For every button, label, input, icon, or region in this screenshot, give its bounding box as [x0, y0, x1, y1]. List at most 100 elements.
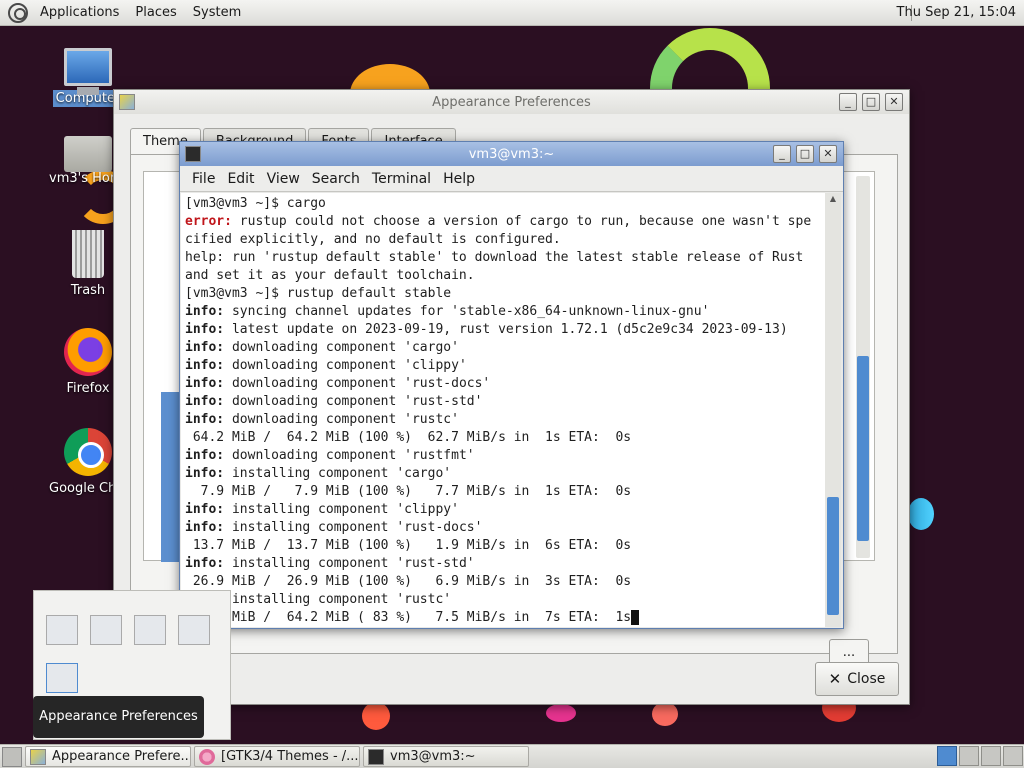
trash-icon — [72, 230, 104, 278]
minimize-button[interactable]: _ — [773, 145, 791, 163]
close-label: Close — [847, 671, 886, 687]
menu-view[interactable]: View — [261, 171, 306, 187]
menubar: File Edit View Search Terminal Help — [180, 166, 843, 192]
line-text: 64.2 MiB / 64.2 MiB (100 %) 62.7 MiB/s i… — [185, 430, 632, 445]
line-text: downloading component 'rustfmt' — [224, 448, 475, 463]
scrollbar[interactable] — [856, 176, 870, 558]
terminal-line: and set it as your default toolchain. — [185, 267, 825, 285]
line-text: installing component 'rust-std' — [224, 556, 475, 571]
line-text: 13.7 MiB / 13.7 MiB (100 %) 1.9 MiB/s in… — [185, 538, 632, 553]
chrome-icon — [64, 428, 112, 476]
titlebar[interactable]: vm3@vm3:~ _ □ ✕ — [180, 142, 843, 166]
info-tag: info: — [185, 466, 225, 481]
line-text: rustup could not choose a version of car… — [231, 214, 812, 229]
line-text: installing component 'clippy' — [224, 502, 459, 517]
terminal-line: info: installing component 'rustc' — [185, 591, 825, 609]
terminal-icon — [368, 748, 384, 765]
close-window-button[interactable]: ✕ — [885, 93, 903, 111]
terminal-line: cified explicitly, and no default is con… — [185, 231, 825, 249]
info-tag: info: — [185, 502, 225, 517]
info-tag: info: — [185, 376, 225, 391]
terminal-line: 64.2 MiB / 64.2 MiB (100 %) 62.7 MiB/s i… — [185, 429, 825, 447]
close-window-button[interactable]: ✕ — [819, 145, 837, 163]
menu-places[interactable]: Places — [127, 0, 184, 26]
info-tag: info: — [185, 358, 225, 373]
workspace-3[interactable] — [981, 746, 1001, 766]
tooltip: Appearance Preferences — [33, 696, 204, 738]
taskbar-label: Appearance Prefere... — [52, 749, 191, 764]
line-text: installing component 'rust-docs' — [224, 520, 483, 535]
terminal-line: info: latest update on 2023-09-19, rust … — [185, 321, 825, 339]
menu-edit[interactable]: Edit — [221, 171, 260, 187]
clock[interactable]: Thu Sep 21, 15:04 — [897, 0, 1016, 26]
scroll-up-icon[interactable]: ▲ — [825, 193, 841, 205]
desktop-icon-label: Trash — [70, 283, 106, 298]
taskbar-item-firefox[interactable]: [GTK3/4 Themes - /... — [194, 746, 360, 767]
text-cursor — [631, 610, 640, 625]
info-tag: info: — [185, 394, 225, 409]
menu-file[interactable]: File — [186, 171, 221, 187]
terminal-line: 7.9 MiB / 7.9 MiB (100 %) 7.7 MiB/s in 1… — [185, 483, 825, 501]
menu-applications[interactable]: Applications — [32, 0, 127, 26]
workspace-2[interactable] — [959, 746, 979, 766]
scrollbar[interactable]: ▲ — [825, 193, 841, 627]
firefox-icon — [64, 328, 112, 376]
line-text: downloading component 'cargo' — [224, 340, 459, 355]
info-tag: info: — [185, 448, 225, 463]
info-tag: info: — [185, 340, 225, 355]
terminal-line: info: downloading component 'clippy' — [185, 357, 825, 375]
preview-tile — [134, 615, 166, 645]
line-text: 7.9 MiB / 7.9 MiB (100 %) 7.7 MiB/s in 1… — [185, 484, 632, 499]
workspace-1[interactable] — [937, 746, 957, 766]
wallpaper-shape — [362, 702, 390, 730]
top-panel: Applications Places System Thu Sep 21, 1… — [0, 0, 1024, 26]
terminal-icon — [185, 146, 201, 162]
menu-help[interactable]: Help — [437, 171, 481, 187]
computer-icon — [64, 48, 112, 95]
line-text: [vm3@vm3 ~]$ rustup default stable — [185, 286, 452, 301]
terminal-line: info: installing component 'clippy' — [185, 501, 825, 519]
applications-logo-icon[interactable] — [8, 2, 28, 23]
wallpaper-shape — [546, 704, 576, 722]
terminal-output[interactable]: [vm3@vm3 ~]$ cargo error: rustup could no… — [181, 193, 825, 627]
appearance-icon — [30, 748, 46, 765]
line-text: downloading component 'rust-std' — [224, 394, 483, 409]
scrollbar-thumb[interactable] — [857, 356, 869, 541]
minimize-button[interactable]: _ — [839, 93, 857, 111]
taskbar-item-appearance[interactable]: Appearance Prefere... — [25, 746, 191, 767]
info-tag: info: — [185, 520, 225, 535]
terminal-line: info: installing component 'rust-docs' — [185, 519, 825, 537]
preview-tile — [46, 615, 78, 645]
window-title: vm3@vm3:~ — [468, 146, 555, 162]
show-desktop-button[interactable] — [2, 746, 22, 767]
maximize-button[interactable]: □ — [796, 145, 814, 163]
terminal-line: info: syncing channel updates for 'stabl… — [185, 303, 825, 321]
line-text: [vm3@vm3 ~]$ cargo — [185, 196, 326, 211]
titlebar[interactable]: Appearance Preferences _ □ ✕ — [114, 90, 909, 114]
maximize-button[interactable]: □ — [862, 93, 880, 111]
terminal-line: help: run 'rustup default stable' to dow… — [185, 249, 825, 267]
terminal-line: [vm3@vm3 ~]$ cargo — [185, 195, 825, 213]
line-text: installing component 'cargo' — [224, 466, 452, 481]
close-icon: ✕ — [828, 670, 842, 688]
taskbar-item-terminal[interactable]: vm3@vm3:~ — [363, 746, 529, 767]
menu-search[interactable]: Search — [306, 171, 366, 187]
close-button[interactable]: ✕ Close — [815, 662, 899, 696]
workspace-4[interactable] — [1003, 746, 1023, 766]
menu-terminal[interactable]: Terminal — [366, 171, 437, 187]
terminal-line: info: downloading component 'rust-docs' — [185, 375, 825, 393]
info-tag: info: — [185, 412, 225, 427]
line-text: latest update on 2023-09-19, rust versio… — [224, 322, 788, 337]
home-folder-icon — [64, 136, 112, 172]
bottom-panel: Appearance Prefere... [GTK3/4 Themes - /… — [0, 744, 1024, 768]
menu-system[interactable]: System — [185, 0, 249, 26]
line-text: syncing channel updates for 'stable-x86_… — [224, 304, 710, 319]
line-text: downloading component 'clippy' — [224, 358, 467, 373]
line-text: downloading component 'rust-docs' — [224, 376, 491, 391]
firefox-icon — [199, 748, 215, 765]
line-text: installing component 'rustc' — [224, 592, 452, 607]
wallpaper-shape — [652, 702, 678, 726]
error-tag: error: — [185, 214, 232, 229]
scrollbar-thumb[interactable] — [827, 497, 839, 615]
line-text: 53.3 MiB / 64.2 MiB ( 83 %) 7.5 MiB/s in… — [185, 610, 632, 625]
